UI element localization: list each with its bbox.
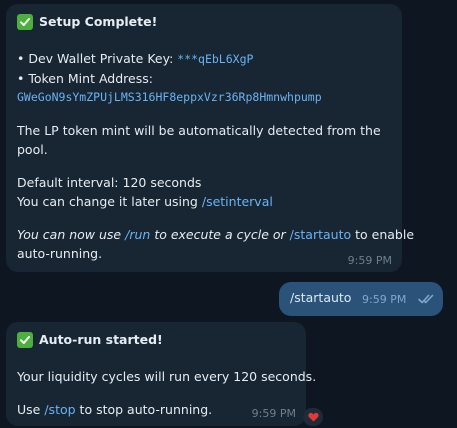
change-prefix: You can change it later using (17, 194, 198, 209)
check-mark-icon (17, 13, 33, 30)
check-mark-icon (17, 331, 33, 348)
message-timestamp: 9:59 PM (347, 254, 392, 267)
startauto-command-message: /startauto 9:59 PM (279, 282, 443, 316)
usage-line: You can now use /run to execute a cycle … (17, 225, 414, 244)
lp-note-line2: pool. (17, 142, 48, 157)
message-timestamp: 9:59 PM (362, 293, 407, 306)
startauto-command-link[interactable]: /startauto (290, 227, 351, 242)
heart-icon (307, 410, 319, 425)
usage-prefix: You can now use (17, 227, 122, 242)
usage-line2: auto-running. (17, 246, 103, 261)
use-suffix: to stop auto-running. (79, 402, 213, 417)
setup-complete-message: Setup Complete! • Dev Wallet Private Key… (6, 4, 414, 272)
autorun-title: Auto-run started! (39, 332, 163, 347)
wallet-key-value[interactable]: ***qEbL6XgP (177, 52, 253, 66)
cycles-text: Your liquidity cycles will run every 120… (17, 369, 317, 384)
setup-header: Setup Complete! (17, 12, 392, 31)
run-command-link[interactable]: /run (125, 227, 150, 242)
use-prefix: Use (17, 402, 41, 417)
change-interval-line: You can change it later using /setinterv… (17, 192, 392, 211)
lp-note-line1: The LP token mint will be automatically … (17, 123, 381, 138)
usage-middle: to execute a cycle or (154, 227, 286, 242)
setup-title: Setup Complete! (39, 14, 158, 29)
heart-reaction[interactable] (303, 408, 323, 426)
default-interval: Default interval: 120 seconds (17, 175, 202, 190)
setinterval-command-link[interactable]: /setinterval (202, 194, 273, 209)
usage-suffix: to enable (355, 227, 415, 242)
autorun-header: Auto-run started! (17, 330, 296, 349)
wallet-key-line: • Dev Wallet Private Key: ***qEbL6XgP (17, 49, 392, 69)
mint-address-value[interactable]: GWeGoN9sYmZPUjLMS316HF8eppxVzr36Rp8Hmnwh… (17, 88, 392, 107)
double-check-icon (418, 293, 436, 308)
mint-address-label: • Token Mint Address: (17, 71, 153, 86)
message-timestamp: 9:59 PM (251, 407, 296, 420)
autorun-started-message: Auto-run started! Your liquidity cycles … (6, 322, 317, 426)
stop-command-link[interactable]: /stop (44, 402, 75, 417)
command-text: /startauto (290, 290, 352, 305)
wallet-key-label: • Dev Wallet Private Key: (17, 51, 174, 66)
